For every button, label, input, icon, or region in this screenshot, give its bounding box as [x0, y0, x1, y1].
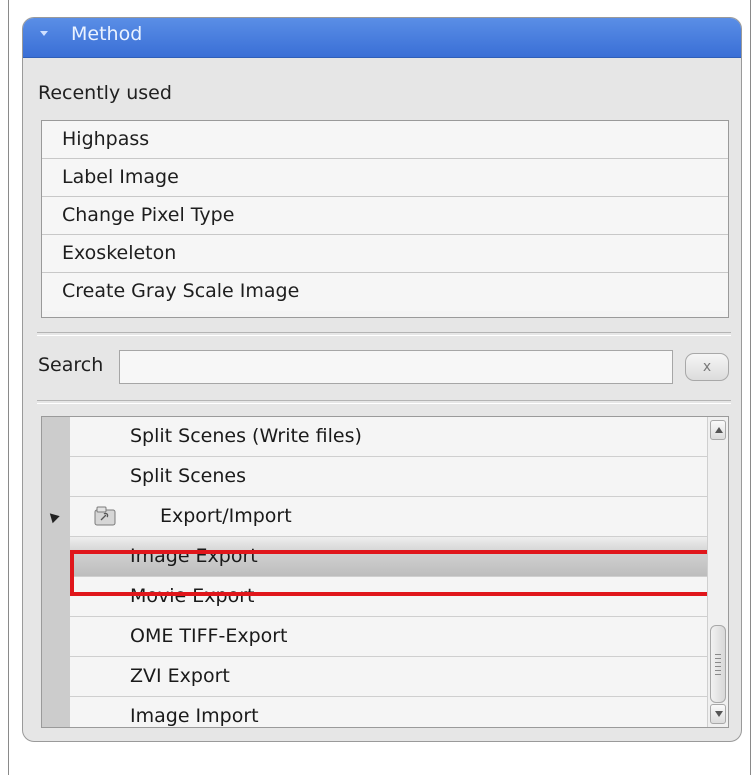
vertical-scrollbar[interactable]	[707, 417, 728, 727]
recent-item-exoskeleton[interactable]: Exoskeleton	[42, 235, 728, 273]
search-input[interactable]	[119, 350, 673, 384]
method-tree: Split Scenes (Write files) Split Scenes …	[41, 416, 729, 728]
scrollbar-thumb[interactable]	[710, 625, 726, 703]
separator	[37, 332, 731, 336]
tree-item-label: Image Export	[130, 545, 258, 567]
panel-header[interactable]: Method	[23, 18, 741, 58]
recently-used-list: Highpass Label Image Change Pixel Type E…	[41, 120, 729, 318]
tree-item-image-export[interactable]: Image Export	[70, 537, 707, 577]
tree-group-export-import[interactable]: Export/Import	[46, 497, 707, 537]
recent-item-create-gray-scale-image[interactable]: Create Gray Scale Image	[42, 273, 728, 311]
tree-item-image-import[interactable]: Image Import	[70, 697, 707, 727]
tree-item-movie-export[interactable]: Movie Export	[70, 577, 707, 617]
method-panel: Method Recently used Highpass Label Imag…	[22, 17, 742, 742]
tree-item-label: Movie Export	[130, 585, 255, 607]
tool-folder-icon	[94, 506, 116, 526]
recent-item-change-pixel-type[interactable]: Change Pixel Type	[42, 197, 728, 235]
clear-search-button[interactable]: x	[685, 353, 729, 381]
chevron-down-icon[interactable]	[37, 26, 51, 40]
tree-item-label: ZVI Export	[130, 665, 230, 687]
search-label: Search	[38, 354, 104, 376]
tree-item-label: Split Scenes (Write files)	[130, 425, 362, 447]
arrow-down-icon	[715, 711, 723, 717]
scroll-down-button[interactable]	[710, 704, 726, 724]
expand-arrow-icon[interactable]	[46, 509, 60, 524]
scroll-up-button[interactable]	[710, 420, 726, 440]
tree-item-zvi-export[interactable]: ZVI Export	[70, 657, 707, 697]
arrow-up-icon	[715, 427, 723, 433]
tree-item-label: OME TIFF-Export	[130, 625, 288, 647]
recent-item-label-image[interactable]: Label Image	[42, 159, 728, 197]
tree-group-label: Export/Import	[160, 505, 292, 527]
tree-item-label: Image Import	[130, 705, 259, 727]
tree-item-split-scenes-write-files[interactable]: Split Scenes (Write files)	[70, 417, 707, 457]
recent-item-highpass[interactable]: Highpass	[42, 121, 728, 159]
tree-item-label: Split Scenes	[130, 465, 246, 487]
tree-item-ome-tiff-export[interactable]: OME TIFF-Export	[70, 617, 707, 657]
separator	[37, 400, 731, 404]
tree-item-split-scenes[interactable]: Split Scenes	[70, 457, 707, 497]
panel-title: Method	[71, 23, 143, 45]
recently-used-label: Recently used	[38, 82, 172, 104]
